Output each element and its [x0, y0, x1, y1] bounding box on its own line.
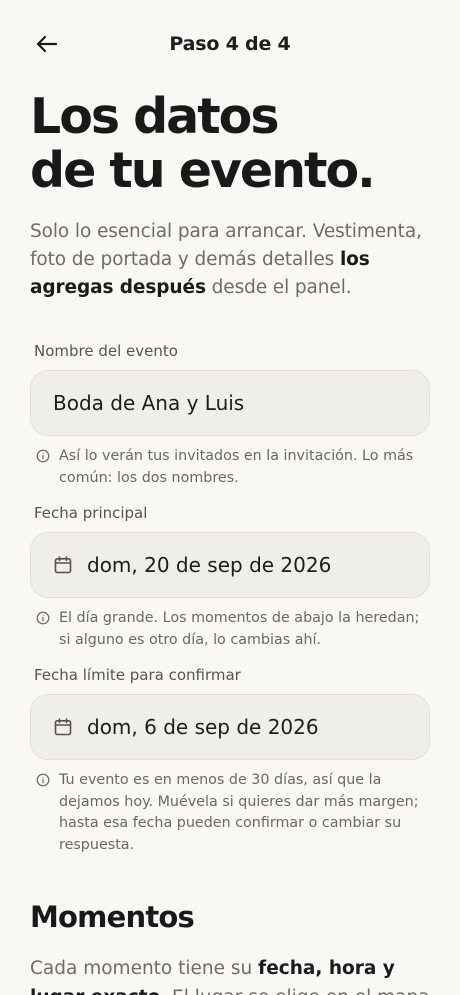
page-title: Los datos de tu evento. — [30, 90, 430, 198]
moments-text-part-1: Cada momento tiene su — [30, 958, 259, 979]
event-name-input[interactable]: Boda de Ana y Luis — [30, 370, 430, 436]
moments-title: Momentos — [30, 900, 195, 934]
top-bar: Paso 4 de 4 — [30, 0, 430, 90]
info-icon — [36, 773, 50, 787]
main-date-value: dom, 20 de sep de 2026 — [87, 553, 332, 577]
deadline-date-picker[interactable]: dom, 6 de sep de 2026 — [30, 694, 430, 760]
deadline-date-hint-text: Tu evento es en menos de 30 días, así qu… — [59, 772, 419, 853]
event-name-label: Nombre del evento — [34, 342, 178, 360]
event-name-hint: Así lo verán tus invitados en la invitac… — [30, 446, 430, 489]
event-name-value: Boda de Ana y Luis — [53, 391, 245, 415]
page-title-line-1: Los datos — [30, 88, 280, 145]
deadline-date-label: Fecha límite para confirmar — [34, 666, 241, 684]
main-date-picker[interactable]: dom, 20 de sep de 2026 — [30, 532, 430, 598]
intro-text: Solo lo esencial para arrancar. Vestimen… — [30, 218, 430, 302]
intro-text-part-2: desde el panel. — [205, 277, 352, 298]
calendar-icon — [54, 556, 72, 574]
calendar-icon — [54, 718, 72, 736]
event-name-hint-text: Así lo verán tus invitados en la invitac… — [59, 448, 414, 486]
page-title-line-2: de tu evento. — [30, 142, 376, 199]
step-indicator: Paso 4 de 4 — [169, 33, 291, 55]
event-details-screen: Paso 4 de 4 Los datos de tu evento. Solo… — [0, 0, 460, 995]
main-date-hint: El día grande. Los momentos de abajo la … — [30, 608, 430, 651]
deadline-date-value: dom, 6 de sep de 2026 — [87, 715, 319, 739]
deadline-date-hint: Tu evento es en menos de 30 días, así qu… — [30, 770, 430, 856]
info-icon — [36, 611, 50, 625]
moments-description: Cada momento tiene su fecha, hora y luga… — [30, 954, 430, 995]
main-date-hint-text: El día grande. Los momentos de abajo la … — [59, 610, 420, 648]
info-icon — [36, 449, 50, 463]
main-date-label: Fecha principal — [34, 504, 148, 522]
